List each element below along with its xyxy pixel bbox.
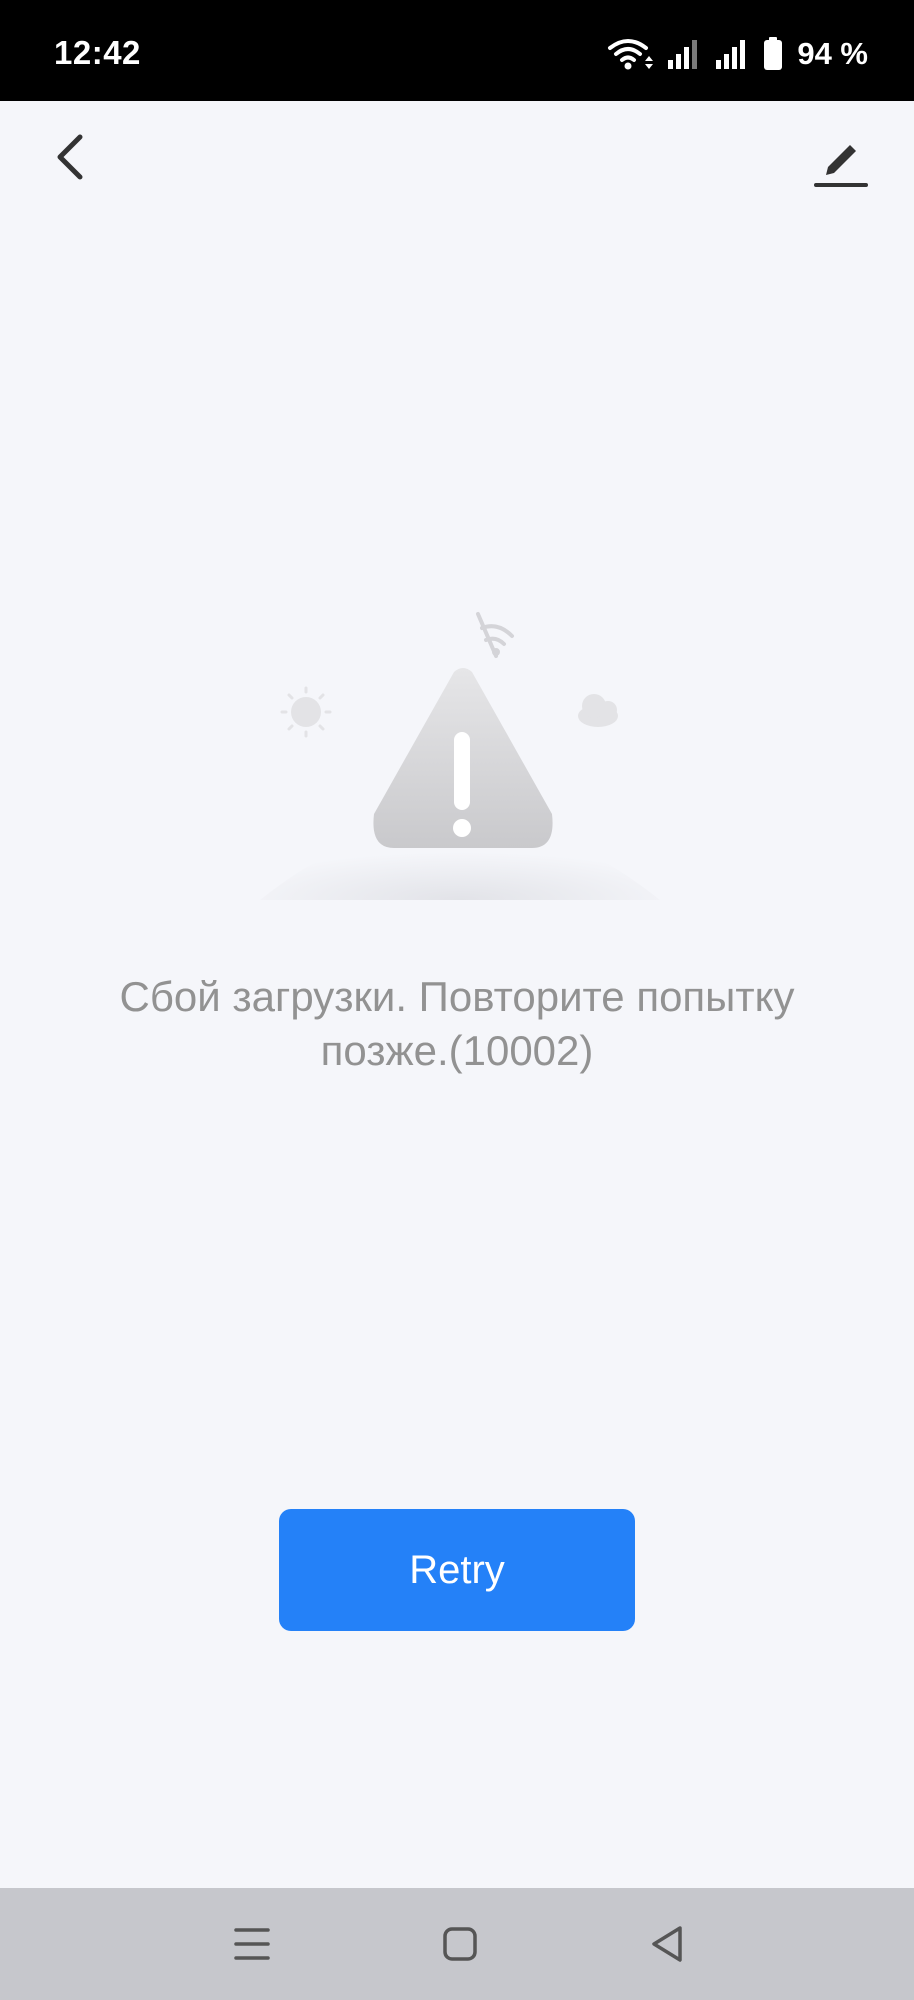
signal-icon xyxy=(716,40,746,69)
chevron-left-icon xyxy=(57,134,83,180)
system-nav-bar xyxy=(0,1888,914,2000)
home-icon[interactable] xyxy=(434,1918,486,1970)
battery-percent: 94 % xyxy=(797,36,868,71)
edit-button[interactable] xyxy=(810,131,870,191)
menu-icon[interactable] xyxy=(226,1918,278,1970)
sun-icon xyxy=(280,686,332,738)
retry-button[interactable]: Retry xyxy=(279,1509,635,1631)
no-signal-icon xyxy=(476,612,514,658)
back-icon[interactable] xyxy=(642,1918,694,1970)
signal-icon xyxy=(668,40,698,69)
back-button[interactable] xyxy=(40,125,104,189)
top-bar xyxy=(0,101,914,221)
status-icons: 94 % xyxy=(607,34,868,74)
pencil-icon xyxy=(814,145,868,187)
status-time: 12:42 xyxy=(54,34,141,71)
error-message: Сбой загрузки. Повторите попытку позже.(… xyxy=(119,973,795,1074)
cloud-icon xyxy=(578,694,618,727)
status-bar: 12:42 94 % xyxy=(0,0,914,101)
warning-illustration xyxy=(250,600,670,900)
battery-icon xyxy=(764,37,783,70)
wifi-icon xyxy=(608,39,654,70)
